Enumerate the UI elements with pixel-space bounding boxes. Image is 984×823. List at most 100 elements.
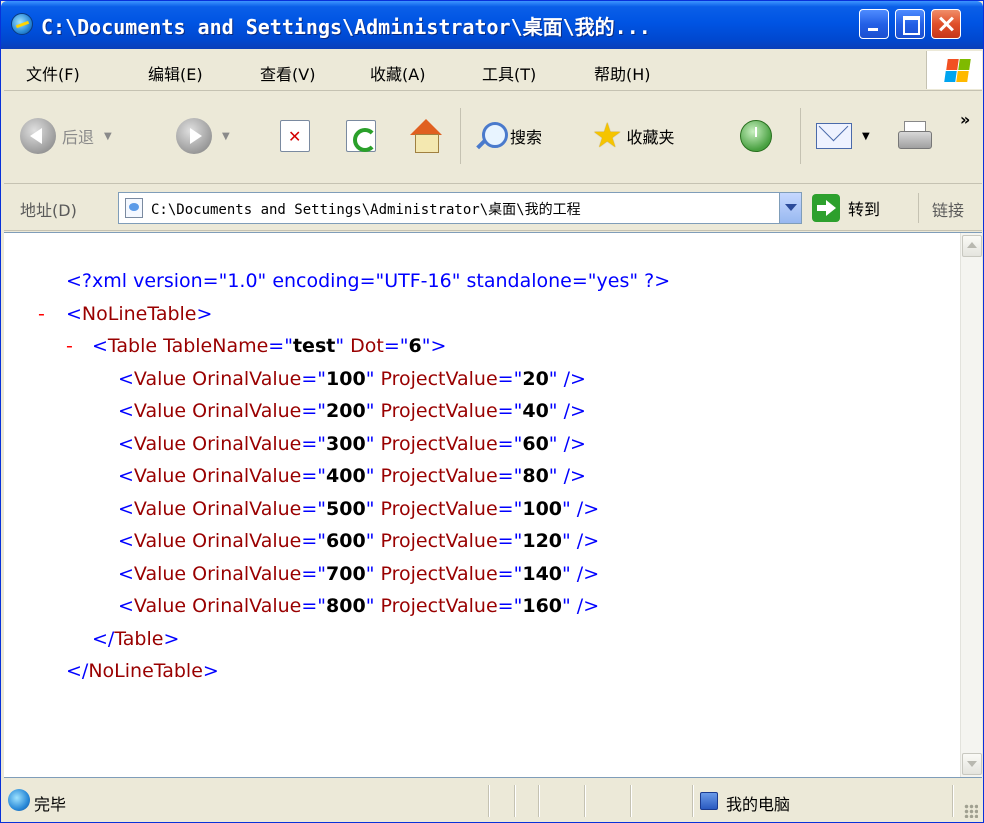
back-button[interactable]: 后退 ▼ — [20, 112, 112, 160]
status-separator — [630, 785, 631, 817]
favorites-label: 收藏夹 — [626, 128, 675, 147]
xml-value-line: <Value OrinalValue="300" ProjectValue="6… — [4, 428, 958, 461]
project-value: 160 — [522, 595, 563, 617]
menu-tools[interactable]: 工具(T) — [482, 61, 536, 85]
xml-value-element: <Value OrinalValue="400" ProjectValue="8… — [118, 465, 586, 487]
orinal-value: 400 — [326, 465, 366, 487]
refresh-button[interactable] — [346, 112, 377, 160]
star-icon: ★ — [592, 116, 623, 156]
orinal-value: 200 — [326, 400, 366, 422]
address-bar: 地址(D) C:\Documents and Settings\Administ… — [4, 185, 982, 231]
back-dropdown-icon[interactable]: ▼ — [104, 131, 112, 142]
orinal-value: 800 — [326, 595, 366, 617]
status-separator — [488, 785, 489, 817]
collapse-toggle-table[interactable]: - — [66, 330, 73, 363]
status-separator — [692, 785, 693, 817]
address-label: 地址(D) — [20, 201, 77, 220]
collapse-toggle-root[interactable]: - — [38, 298, 45, 331]
search-label: 搜索 — [510, 128, 543, 147]
status-text: 完毕 — [34, 795, 67, 814]
printer-icon — [896, 121, 932, 151]
address-input[interactable]: C:\Documents and Settings\Administrator\… — [118, 192, 802, 224]
xml-table-open-line: - <Table TableName="test" Dot="6"> — [4, 330, 958, 363]
refresh-icon — [346, 120, 377, 152]
maximize-button[interactable] — [895, 9, 925, 39]
toolbar-separator — [460, 108, 461, 164]
orinal-value: 700 — [326, 562, 366, 585]
scroll-up-button[interactable] — [962, 235, 982, 257]
minimize-button[interactable] — [859, 9, 889, 39]
windows-logo-icon — [926, 51, 982, 89]
search-icon — [474, 120, 508, 152]
menu-file[interactable]: 文件(F) — [26, 61, 80, 85]
mail-dropdown-icon[interactable]: ▼ — [862, 131, 870, 142]
home-button[interactable] — [408, 112, 444, 160]
go-button[interactable]: 转到 — [812, 193, 880, 223]
status-separator — [584, 785, 585, 817]
address-value[interactable]: C:\Documents and Settings\Administrator\… — [151, 199, 759, 219]
project-value: 40 — [522, 400, 549, 422]
xml-value-line: <Value OrinalValue="800" ProjectValue="1… — [4, 590, 958, 623]
forward-arrow-icon — [176, 118, 212, 154]
status-separator — [538, 785, 539, 817]
orinal-value: 300 — [326, 432, 366, 455]
orinal-value: 500 — [326, 497, 366, 520]
ie-icon — [11, 13, 33, 35]
mail-button[interactable]: ▼ — [816, 112, 870, 160]
close-button[interactable] — [931, 9, 961, 39]
xml-value-element: <Value OrinalValue="300" ProjectValue="6… — [118, 432, 586, 455]
favorites-button[interactable]: ★ 收藏夹 — [592, 112, 675, 160]
go-arrow-icon — [812, 194, 840, 222]
status-separator — [514, 785, 515, 817]
menu-help[interactable]: 帮助(H) — [594, 61, 651, 85]
links-button[interactable]: 链接 — [932, 197, 964, 221]
toolbar-separator — [800, 108, 801, 164]
document-view[interactable]: <?xml version="1.0" encoding="UTF-16" st… — [4, 232, 982, 778]
menu-view[interactable]: 查看(V) — [260, 61, 315, 85]
project-value: 120 — [522, 530, 563, 552]
title-bar[interactable]: C:\Documents and Settings\Administrator\… — [1, 1, 983, 49]
orinal-value: 600 — [326, 530, 366, 552]
search-button[interactable]: 搜索 — [474, 112, 542, 160]
history-button[interactable] — [740, 112, 772, 160]
status-separator — [952, 785, 953, 817]
stop-button[interactable] — [280, 112, 310, 160]
back-label: 后退 — [62, 128, 95, 147]
menu-edit[interactable]: 编辑(E) — [148, 61, 203, 85]
xml-value-line: <Value OrinalValue="200" ProjectValue="4… — [4, 395, 958, 428]
mail-icon — [816, 123, 852, 149]
links-separator — [918, 193, 919, 223]
xml-root-open-tag: <NoLineTable> — [66, 302, 213, 325]
forward-button[interactable]: ▼ — [176, 112, 230, 160]
menu-bar: 文件(F) 编辑(E) 查看(V) 收藏(A) 工具(T) 帮助(H) — [4, 49, 982, 91]
go-label: 转到 — [848, 200, 881, 219]
forward-dropdown-icon[interactable]: ▼ — [222, 131, 230, 142]
xml-declaration: <?xml version="1.0" encoding="UTF-16" st… — [66, 270, 671, 292]
print-button[interactable] — [896, 112, 932, 160]
address-dropdown-icon[interactable] — [779, 193, 801, 223]
project-value: 20 — [522, 367, 549, 390]
ie-page-icon — [8, 789, 30, 811]
xml-value-element: <Value OrinalValue="800" ProjectValue="1… — [118, 595, 600, 617]
xml-table-close-tag: </Table> — [92, 627, 180, 650]
project-value: 140 — [522, 562, 563, 585]
xml-root-open-line: - <NoLineTable> — [4, 298, 958, 331]
xml-value-line: <Value OrinalValue="500" ProjectValue="1… — [4, 493, 958, 526]
xml-table-close-line: </Table> — [4, 623, 958, 656]
vertical-scrollbar[interactable] — [960, 233, 982, 777]
computer-zone-icon — [700, 792, 718, 810]
menu-favorites[interactable]: 收藏(A) — [370, 61, 425, 85]
project-value: 80 — [522, 465, 549, 487]
xml-value-element: <Value OrinalValue="600" ProjectValue="1… — [118, 530, 600, 552]
scroll-down-button[interactable] — [962, 753, 982, 775]
back-arrow-icon — [20, 118, 56, 154]
toolbar-overflow-chevron[interactable]: » — [960, 110, 970, 129]
project-value: 60 — [522, 432, 549, 455]
xml-tree: <?xml version="1.0" encoding="UTF-16" st… — [4, 233, 958, 777]
xml-declaration-line: <?xml version="1.0" encoding="UTF-16" st… — [4, 265, 958, 298]
xml-value-element: <Value OrinalValue="200" ProjectValue="4… — [118, 400, 586, 422]
dot-value: 6 — [408, 335, 422, 357]
project-value: 100 — [522, 497, 563, 520]
xml-table-open-tag: <Table TableName="test" Dot="6"> — [92, 335, 447, 357]
resize-grip-icon[interactable] — [964, 804, 978, 818]
